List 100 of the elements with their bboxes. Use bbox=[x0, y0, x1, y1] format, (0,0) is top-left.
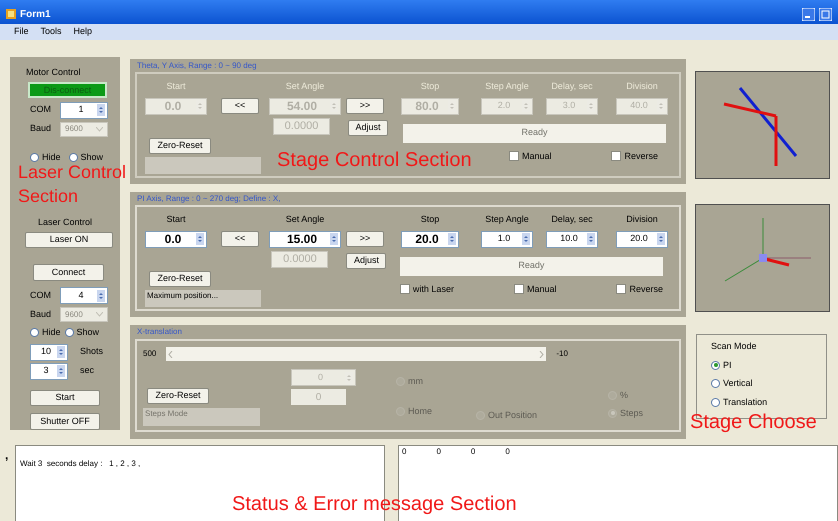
column-header: Division bbox=[625, 213, 659, 226]
radio-button[interactable] bbox=[711, 398, 720, 407]
annotation: Status & Error message Section bbox=[232, 492, 517, 516]
adjust-button[interactable]: Adjust bbox=[346, 252, 386, 268]
scroll-left-icon[interactable] bbox=[168, 350, 174, 358]
radio-label: Show bbox=[76, 326, 100, 339]
spin-field[interactable]: 20.0 bbox=[616, 230, 668, 248]
radio-button[interactable] bbox=[68, 152, 78, 162]
connect-button[interactable]: Connect bbox=[33, 264, 104, 281]
annotation: Stage Control Section bbox=[277, 148, 472, 172]
spin-field[interactable]: 20.0 bbox=[401, 230, 459, 248]
minimize-icon[interactable] bbox=[802, 8, 815, 20]
menu-item[interactable]: Help bbox=[74, 25, 92, 39]
menu-item[interactable]: Tools bbox=[40, 25, 62, 39]
menu-item[interactable]: File bbox=[14, 25, 29, 39]
spin-field[interactable]: 4 bbox=[60, 287, 108, 304]
laser-button[interactable]: Laser ON bbox=[25, 232, 113, 248]
checkbox[interactable] bbox=[616, 284, 626, 294]
reading-value: 0 bbox=[505, 446, 510, 458]
spin-arrows-icon[interactable] bbox=[522, 233, 530, 245]
maximize-icon[interactable] bbox=[819, 8, 832, 20]
group-legend: Theta, Y Axis, Range : 0 ~ 90 deg bbox=[135, 60, 681, 72]
spin-arrows-icon[interactable] bbox=[97, 104, 105, 116]
spin-arrows-icon[interactable] bbox=[57, 365, 65, 377]
column-header: Delay, sec bbox=[550, 80, 594, 93]
column-header: Stop bbox=[420, 80, 440, 93]
column-header: Set Angle bbox=[284, 213, 326, 226]
position-readout: 0 bbox=[291, 389, 346, 405]
radio-button[interactable] bbox=[64, 328, 74, 338]
spin-field[interactable]: 15.00 bbox=[269, 230, 341, 248]
spin-field[interactable]: 1.0 bbox=[481, 230, 533, 248]
spin-arrows-icon[interactable] bbox=[97, 290, 105, 302]
section-label: Laser Control bbox=[36, 216, 94, 229]
position-scrollbar[interactable] bbox=[166, 347, 546, 361]
com-label: COM bbox=[30, 288, 52, 302]
column-header: Set Angle bbox=[284, 80, 326, 93]
spin-field[interactable]: 3 bbox=[30, 362, 68, 380]
range-min-label: 500 bbox=[143, 348, 156, 360]
range-max-label: -10 bbox=[556, 348, 568, 360]
column-header: Start bbox=[165, 80, 186, 93]
start-button[interactable]: Start bbox=[30, 390, 100, 406]
spin-field[interactable]: 10 bbox=[30, 344, 68, 360]
spin-arrows-icon[interactable] bbox=[587, 233, 595, 245]
radio-button[interactable] bbox=[30, 152, 39, 162]
spin-arrows-icon[interactable] bbox=[657, 233, 665, 245]
checkbox-label: Manual bbox=[522, 150, 552, 162]
radio-button[interactable] bbox=[608, 408, 617, 418]
zero-reset-button[interactable]: Zero-Reset bbox=[147, 388, 209, 404]
checkbox-label: with Laser bbox=[412, 282, 454, 296]
radio-button[interactable] bbox=[30, 328, 39, 338]
seconds-label: sec bbox=[80, 364, 94, 378]
checkbox-label: Reverse bbox=[629, 282, 663, 296]
scroll-right-icon[interactable] bbox=[539, 350, 544, 358]
zero-reset-button[interactable]: Zero-Reset bbox=[149, 270, 211, 286]
spin-arrows-icon[interactable] bbox=[448, 233, 456, 245]
step-forward-button[interactable]: >> bbox=[346, 230, 384, 246]
app-icon bbox=[6, 9, 16, 19]
radio-button[interactable] bbox=[711, 379, 720, 388]
stray-mark: , bbox=[4, 447, 10, 464]
mode-box: Steps Mode bbox=[143, 408, 260, 426]
spin-field[interactable]: 1 bbox=[60, 102, 108, 118]
spin-field[interactable]: 0.0 bbox=[145, 230, 207, 248]
section-label: Motor Control bbox=[25, 66, 82, 79]
column-header: Division bbox=[625, 80, 659, 93]
position-readout: 0.0000 bbox=[271, 250, 328, 268]
baud-label: Baud bbox=[30, 308, 52, 321]
reading-value: 0 bbox=[402, 446, 406, 458]
spin-arrows-icon[interactable] bbox=[196, 233, 204, 245]
checkbox-label: Manual bbox=[526, 282, 556, 296]
status-bar: Ready bbox=[400, 256, 663, 276]
status-bar: Ready bbox=[403, 124, 666, 142]
radio-label: Hide bbox=[42, 150, 61, 164]
radio-label: mm bbox=[408, 375, 423, 388]
window-title: Form1 bbox=[20, 8, 51, 22]
radio-label: Vertical bbox=[723, 377, 753, 390]
baud-label: Baud bbox=[30, 122, 52, 136]
spin-arrows-icon[interactable] bbox=[57, 346, 65, 358]
checkbox-label: Reverse bbox=[624, 150, 658, 162]
spin-arrows-icon[interactable] bbox=[330, 233, 338, 245]
column-header: Step Angle bbox=[484, 213, 530, 226]
shutter-button[interactable]: Shutter OFF bbox=[30, 413, 100, 430]
annotation: Stage Choose bbox=[690, 410, 817, 434]
radio-label: Out Position bbox=[488, 408, 538, 422]
column-header: Stop bbox=[420, 213, 440, 226]
position-readout: 0.0000 bbox=[273, 118, 330, 134]
radio-label: Hide bbox=[42, 326, 61, 339]
info-box: Maximum position... bbox=[145, 290, 261, 306]
radio-label: Show bbox=[80, 150, 104, 164]
radio-label: % bbox=[620, 389, 628, 402]
step-back-button[interactable]: << bbox=[221, 230, 259, 246]
checkbox[interactable] bbox=[400, 284, 410, 294]
column-header: Start bbox=[165, 213, 186, 226]
checkbox[interactable] bbox=[514, 284, 524, 294]
annotation: Laser Control Section bbox=[18, 161, 126, 208]
radio-label: Translation bbox=[723, 396, 768, 408]
radio-label: Home bbox=[408, 404, 432, 418]
spin-field[interactable]: 10.0 bbox=[546, 230, 598, 248]
group-legend: PI Axis, Range : 0 ~ 270 deg; Define : X, bbox=[135, 193, 681, 205]
radio-button[interactable] bbox=[711, 360, 720, 370]
reading-value: 0 bbox=[436, 446, 441, 458]
